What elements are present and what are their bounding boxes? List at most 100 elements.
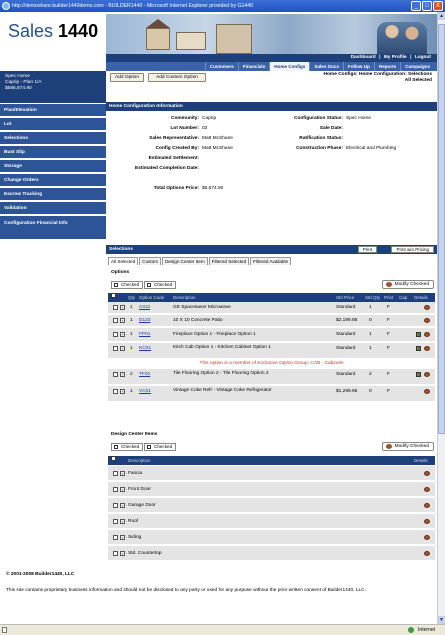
view-details-icon[interactable] (424, 487, 430, 492)
row-checkbox[interactable] (113, 389, 118, 394)
print-without-pricing-button[interactable]: Print w/o Pricing (391, 246, 434, 253)
maximize-button[interactable]: □ (422, 1, 432, 11)
row-checkbox[interactable] (113, 519, 118, 524)
view-details-icon[interactable] (424, 535, 430, 540)
sidebar-item-selections[interactable]: Selections (0, 132, 106, 145)
row-option-code[interactable]: A312 (139, 305, 150, 311)
row-option-code[interactable]: VC01 (139, 389, 151, 395)
check-all-options-button[interactable]: Checked (111, 281, 144, 289)
dashboard-link[interactable]: Dashboard (351, 55, 376, 60)
row-option-code[interactable]: D123 (139, 318, 150, 324)
tab-reports[interactable]: Reports (373, 62, 400, 71)
row-option-code[interactable]: TF02 (139, 372, 150, 378)
view-details-icon[interactable] (424, 503, 430, 508)
row-checkbox[interactable] (113, 471, 118, 476)
row-checkbox[interactable] (113, 346, 118, 351)
row-expand-toggle[interactable]: + (120, 305, 125, 310)
tab-home-configs[interactable]: Home Configs (269, 62, 310, 71)
subtab-filtered-selected[interactable]: Filtered Selected (208, 257, 250, 265)
page-icon (2, 627, 7, 633)
notes-icon[interactable] (416, 346, 421, 351)
modify-checked-design-items-button[interactable]: Modify Checked (381, 442, 434, 451)
tab-financials[interactable]: Financials (237, 62, 269, 71)
modify-icon (385, 444, 392, 449)
row-expand-toggle[interactable]: + (120, 503, 125, 508)
view-details-icon[interactable] (424, 346, 430, 351)
subtab-filtered-available[interactable]: Filtered Available (250, 257, 292, 265)
checkbox-plus-icon (114, 283, 118, 287)
view-details-icon[interactable] (424, 305, 430, 310)
logout-link[interactable]: Logout (415, 55, 431, 60)
modify-checked-options-button[interactable]: Modify Checked (381, 280, 434, 289)
add-option-button[interactable]: Add Option (110, 73, 144, 82)
scroll-up-arrow-icon[interactable]: ▲ (438, 12, 445, 20)
row-expand-toggle[interactable]: + (120, 471, 125, 476)
row-checkbox[interactable] (113, 372, 118, 377)
check-all-design-items-button[interactable]: Checked (111, 443, 144, 451)
vertical-scrollbar[interactable]: ▲ ▼ (437, 12, 445, 624)
subtab-custom[interactable]: Custom (139, 257, 162, 265)
est-completion-label: Estimated Completion Date: (135, 166, 199, 171)
row-checkbox[interactable] (113, 535, 118, 540)
row-expand-toggle[interactable]: + (120, 372, 125, 377)
sidebar-item-validation[interactable]: Validation (0, 202, 106, 215)
check-all-label: Checked (121, 282, 140, 287)
row-expand-toggle[interactable]: + (120, 551, 125, 556)
print-button[interactable]: Print (357, 246, 377, 253)
row-std-price: $1,299.95 (336, 389, 358, 394)
row-checkbox[interactable] (113, 318, 118, 323)
view-details-icon[interactable] (424, 318, 430, 323)
my-profile-link[interactable]: My Profile (384, 55, 407, 60)
row-description: Vintage Coke Refr - Vintage Coke Refrige… (173, 388, 272, 393)
sidebar-item-storage[interactable]: Storage (0, 160, 106, 173)
sidebar-item-plan-elevation[interactable]: Plan/Elevation (0, 104, 106, 117)
row-option-code[interactable]: FP01 (139, 332, 150, 338)
scroll-down-arrow-icon[interactable]: ▼ (438, 616, 445, 624)
sidebar-item-escrow-tracking[interactable]: Escrow Tracking (0, 188, 106, 201)
row-expand-toggle[interactable]: + (120, 389, 125, 394)
tab-customers[interactable]: Customers (204, 62, 238, 71)
uncheck-design-items-button[interactable]: Checked (144, 443, 177, 451)
tab-campaigns[interactable]: Campaigns (400, 62, 434, 71)
row-expand-toggle[interactable]: + (120, 346, 125, 351)
sidebar-item-lot[interactable]: Lot (0, 118, 106, 131)
sidebar-item-bust-slip[interactable]: Bust Slip (0, 146, 106, 159)
tab-follow-up[interactable]: Follow Up (342, 62, 374, 71)
row-checkbox[interactable] (113, 551, 118, 556)
select-all-checkbox[interactable] (111, 456, 116, 461)
row-expand-toggle[interactable]: + (120, 332, 125, 337)
view-details-icon[interactable] (424, 389, 430, 394)
view-details-icon[interactable] (424, 471, 430, 476)
sidebar-item-config-financial-info[interactable]: Configuration Financial Info (0, 216, 106, 240)
scroll-thumb[interactable] (438, 24, 445, 434)
row-option-code[interactable]: KC01 (139, 346, 151, 352)
sales1440-logo[interactable]: Sales 1440 (8, 21, 98, 42)
row-checkbox[interactable] (113, 305, 118, 310)
subtab-all-selected[interactable]: All Selected (108, 257, 139, 265)
checkbox-plus-icon (114, 445, 118, 449)
add-custom-option-button[interactable]: Add Custom Option (148, 73, 206, 82)
select-all-checkbox[interactable] (111, 293, 116, 298)
uncheck-options-button[interactable]: Checked (144, 281, 177, 289)
subtab-design-center-item[interactable]: Design Center Item (162, 257, 208, 265)
view-details-icon[interactable] (424, 332, 430, 337)
view-details-icon[interactable] (424, 551, 430, 556)
row-expand-toggle[interactable]: + (120, 535, 125, 540)
view-details-icon[interactable] (424, 519, 430, 524)
tab-sales-docs[interactable]: Sales Docs (309, 62, 343, 71)
row-expand-toggle[interactable]: + (120, 318, 125, 323)
notes-icon[interactable] (416, 332, 421, 337)
notes-icon[interactable] (416, 372, 421, 377)
row-qty: 1 (130, 318, 133, 323)
row-expand-toggle[interactable]: + (120, 487, 125, 492)
close-button[interactable]: X (433, 1, 443, 11)
sales-rep-value: Matt McShane (202, 136, 233, 141)
row-expand-toggle[interactable]: + (120, 519, 125, 524)
row-print: F (387, 332, 390, 337)
sidebar-item-change-orders[interactable]: Change Orders (0, 174, 106, 187)
minimize-button[interactable]: _ (411, 1, 421, 11)
row-checkbox[interactable] (113, 332, 118, 337)
row-checkbox[interactable] (113, 487, 118, 492)
row-checkbox[interactable] (113, 503, 118, 508)
view-details-icon[interactable] (424, 372, 430, 377)
